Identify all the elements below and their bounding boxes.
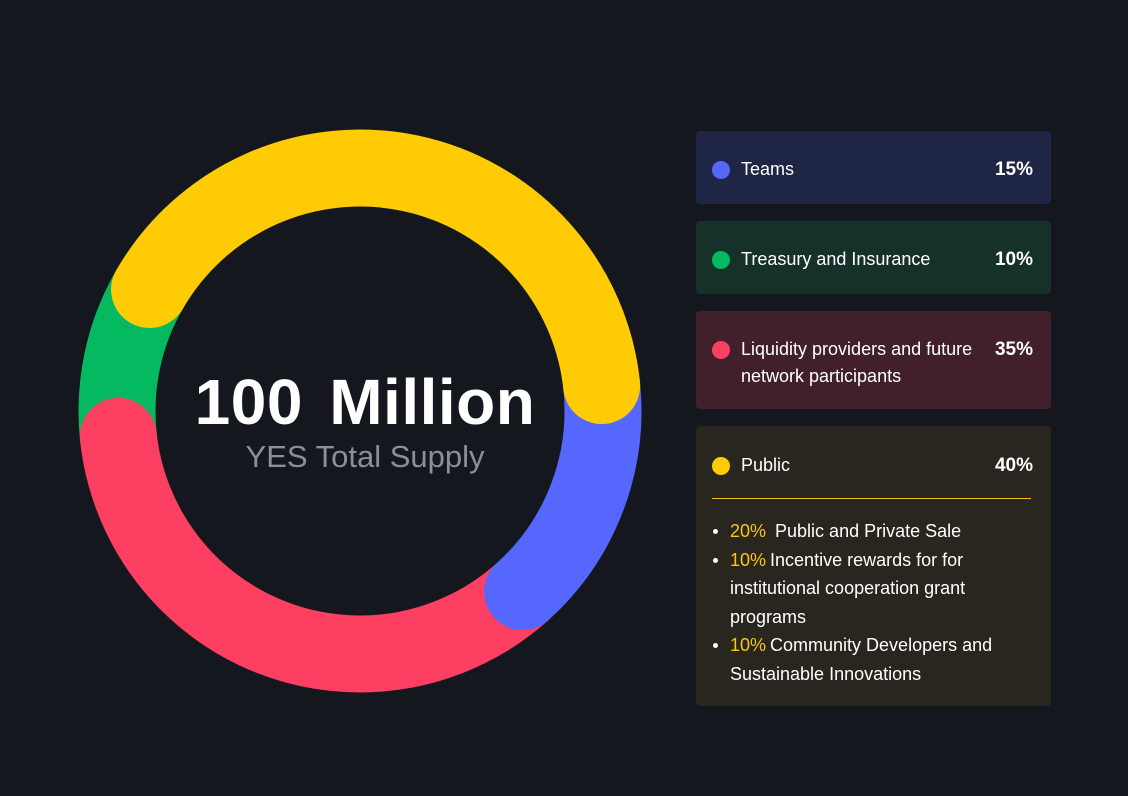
teams-percentage: 15% [994, 159, 1033, 180]
legend-card-public: Public 40% 20% Public and Private Sale 1… [696, 426, 1051, 706]
sub-percentage: 20% [730, 521, 767, 541]
public-percentage: 40% [994, 455, 1033, 476]
teams-label: Teams [741, 159, 795, 179]
chart-center-label: 100 Million YES Total Supply [160, 362, 570, 474]
bullet-icon [713, 643, 718, 648]
public-label: Public [741, 455, 791, 475]
list-item: 10% Community Developers and Sustainable … [712, 631, 1023, 688]
list-item: 10% Incentive rewards for for institution… [712, 546, 1023, 632]
public-color-dot [712, 457, 730, 475]
liquidity-color-dot [712, 341, 730, 359]
sub-percentage: 10% [730, 635, 767, 655]
legend-card-liquidity: Liquidity providers and future network p… [696, 311, 1051, 409]
total-supply-label: YES Total Supply [245, 439, 485, 474]
liquidity-percentage: 35% [994, 339, 1033, 360]
treasury-color-dot [712, 251, 730, 269]
liquidity-label: Liquidity providers and future network p… [741, 339, 973, 386]
total-supply-amount: 100 Million [194, 366, 536, 438]
sub-text: Public and Private Sale [770, 521, 962, 541]
sub-percentage: 10% [730, 549, 767, 570]
public-breakdown-list: 20% Public and Private Sale 10% Incentive… [712, 517, 1033, 688]
legend-card-teams: Teams 15% [696, 131, 1051, 204]
treasury-label: Treasury and Insurance [741, 249, 931, 269]
legend-card-treasury: Treasury and Insurance 10% [696, 221, 1051, 294]
sub-text: Community Developers and Sustainable Inn… [730, 635, 993, 684]
list-item: 20% Public and Private Sale [712, 517, 1023, 546]
donut-segment-public [111, 129, 641, 425]
teams-color-dot [712, 161, 730, 179]
allocation-legend: Teams 15% Treasury and Insurance 10% Liq… [696, 131, 1051, 706]
bullet-icon [713, 529, 718, 534]
treasury-percentage: 10% [994, 249, 1033, 270]
public-divider [712, 498, 1031, 499]
bullet-icon [713, 557, 718, 563]
